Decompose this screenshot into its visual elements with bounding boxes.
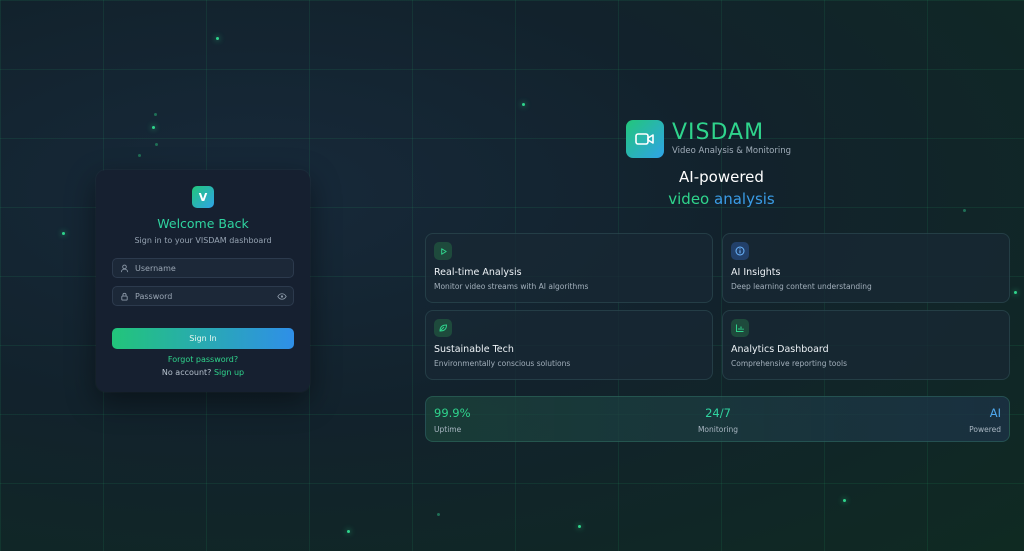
particle <box>155 143 158 146</box>
particle <box>522 103 525 106</box>
login-subtitle: Sign in to your VISDAM dashboard <box>134 236 272 245</box>
feature-desc: Comprehensive reporting tools <box>731 359 847 368</box>
headline-word-video: video <box>668 190 710 208</box>
particle <box>216 37 219 40</box>
user-icon <box>119 263 129 273</box>
lock-icon <box>119 291 129 301</box>
feature-desc: Environmentally conscious solutions <box>434 359 571 368</box>
particle <box>347 530 350 533</box>
feature-title: Analytics Dashboard <box>731 344 829 355</box>
feature-card-ai-insights: AI Insights Deep learning content unders… <box>722 233 1010 303</box>
particle <box>154 113 157 116</box>
brand-header: VISDAM Video Analysis & Monitoring <box>626 120 791 158</box>
password-input[interactable] <box>135 291 277 301</box>
no-account-text: No account? <box>161 368 212 377</box>
stat-label: Monitoring <box>697 425 739 434</box>
stat-label: Uptime <box>434 425 462 434</box>
headline-line2: video analysis <box>644 190 799 208</box>
login-card: V Welcome Back Sign in to your VISDAM da… <box>96 170 310 392</box>
stat-value: AI <box>989 406 1001 420</box>
video-camera-icon <box>626 120 664 158</box>
feature-title: Real-time Analysis <box>434 267 522 278</box>
brand-name: VISDAM <box>672 120 765 145</box>
stats-bar: 99.9% Uptime 24/7 Monitoring AI Powered <box>425 396 1010 442</box>
particle <box>578 525 581 528</box>
username-input[interactable] <box>135 263 287 273</box>
particle <box>437 513 440 516</box>
app-logo: V <box>192 186 214 208</box>
signup-row: No account? Sign up <box>112 368 294 377</box>
stat-ai: AI Powered <box>969 406 1001 434</box>
sign-in-button[interactable]: Sign In <box>112 328 294 349</box>
forgot-password-link[interactable]: Forgot password? <box>112 355 294 364</box>
play-icon <box>434 242 452 260</box>
stat-uptime: 99.9% Uptime <box>434 406 471 434</box>
stat-value: 24/7 <box>705 406 731 420</box>
eye-icon[interactable] <box>277 291 287 301</box>
particle <box>843 499 846 502</box>
feature-card-analytics: Analytics Dashboard Comprehensive report… <box>722 310 1010 380</box>
stat-monitoring: 24/7 Monitoring <box>686 406 750 434</box>
particle <box>963 209 966 212</box>
headline-word-analysis: analysis <box>714 190 775 208</box>
logo-letter: V <box>198 190 208 204</box>
stat-value: 99.9% <box>434 406 471 420</box>
particle <box>152 126 155 129</box>
password-field[interactable] <box>112 286 294 306</box>
bar-chart-icon <box>731 319 749 337</box>
feature-card-realtime: Real-time Analysis Monitor video streams… <box>425 233 713 303</box>
feature-desc: Monitor video streams with AI algorithms <box>434 282 589 291</box>
brand-tagline: Video Analysis & Monitoring <box>672 146 792 156</box>
feature-desc: Deep learning content understanding <box>731 282 872 291</box>
feature-title: AI Insights <box>731 267 781 278</box>
particle <box>138 154 141 157</box>
feature-card-sustainable: Sustainable Tech Environmentally conscio… <box>425 310 713 380</box>
particle <box>62 232 65 235</box>
particle <box>1014 291 1017 294</box>
username-field[interactable] <box>112 258 294 278</box>
leaf-icon <box>434 319 452 337</box>
stat-label: Powered <box>969 425 1001 434</box>
headline-line1: AI-powered <box>679 168 764 186</box>
login-title: Welcome Back <box>157 216 249 231</box>
info-icon <box>731 242 749 260</box>
feature-title: Sustainable Tech <box>434 344 514 355</box>
sign-up-link[interactable]: Sign up <box>214 368 244 377</box>
